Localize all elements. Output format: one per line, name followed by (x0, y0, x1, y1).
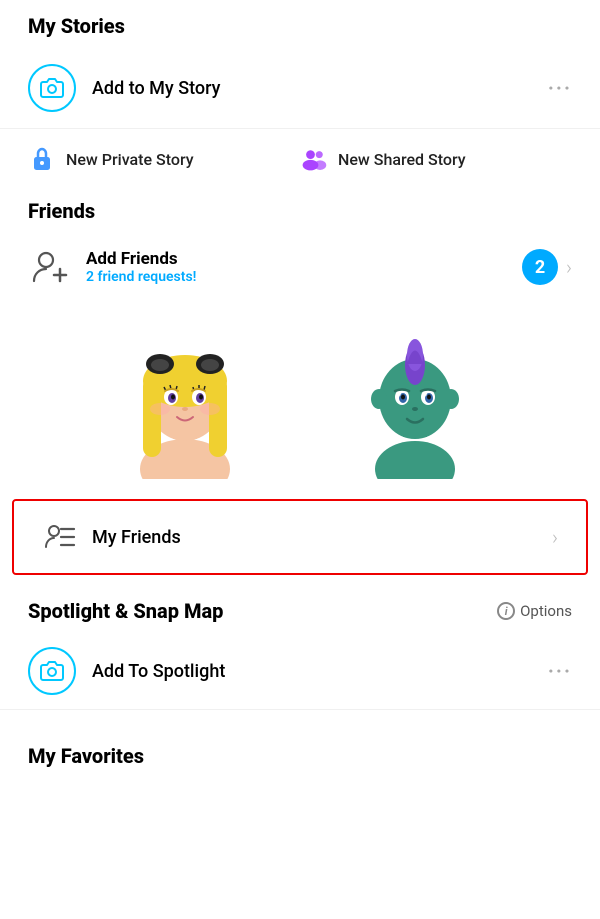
friends-list-icon (42, 519, 78, 555)
add-friends-title: Add Friends (86, 249, 522, 269)
my-friends-row[interactable]: My Friends › (12, 499, 588, 575)
my-stories-header: My Stories (0, 0, 600, 48)
spotlight-dots-button[interactable]: ··· (548, 659, 572, 683)
friend-avatars-row (0, 301, 600, 495)
my-friends-label: My Friends (92, 527, 552, 548)
options-label: Options (520, 602, 572, 620)
add-to-spotlight-label: Add To Spotlight (92, 661, 548, 682)
spotlight-camera-icon-circle (28, 647, 76, 695)
add-to-my-story-row[interactable]: Add to My Story ··· (0, 48, 600, 129)
lock-icon (28, 143, 56, 175)
new-shared-story-label: New Shared Story (338, 150, 466, 169)
spotlight-snap-map-section: Spotlight & Snap Map i Options Add To Sp… (0, 579, 600, 710)
add-person-icon (28, 245, 72, 289)
my-favorites-section: My Favorites (0, 710, 600, 778)
add-friends-text: Add Friends 2 friend requests! (86, 249, 522, 285)
add-friends-chevron-icon: › (566, 255, 572, 279)
my-friends-chevron-icon: › (552, 525, 558, 549)
snap-map-header: Spotlight & Snap Map i Options (0, 599, 600, 633)
new-private-story-item[interactable]: New Private Story (28, 143, 300, 175)
camera-icon (40, 76, 64, 100)
friends-header: Friends (0, 195, 600, 233)
add-story-icon-circle (28, 64, 76, 112)
group-icon (300, 143, 328, 175)
add-story-dots-button[interactable]: ··· (548, 76, 572, 100)
snap-map-title: Spotlight & Snap Map (28, 599, 223, 623)
new-story-options-row: New Private Story New Shared Story (0, 129, 600, 195)
teal-avatar (315, 309, 515, 479)
options-button[interactable]: i Options (497, 602, 572, 620)
new-private-story-label: New Private Story (66, 150, 194, 169)
new-shared-story-item[interactable]: New Shared Story (300, 143, 572, 175)
friend-requests-subtitle: 2 friend requests! (86, 269, 522, 285)
add-to-spotlight-row[interactable]: Add To Spotlight ··· (0, 633, 600, 710)
my-favorites-header: My Favorites (0, 730, 600, 778)
info-icon: i (497, 602, 515, 620)
add-friends-row[interactable]: Add Friends 2 friend requests! 2 › (0, 233, 600, 301)
add-to-story-label: Add to My Story (92, 78, 548, 99)
blonde-avatar (85, 309, 285, 479)
friend-request-badge: 2 (522, 249, 558, 285)
